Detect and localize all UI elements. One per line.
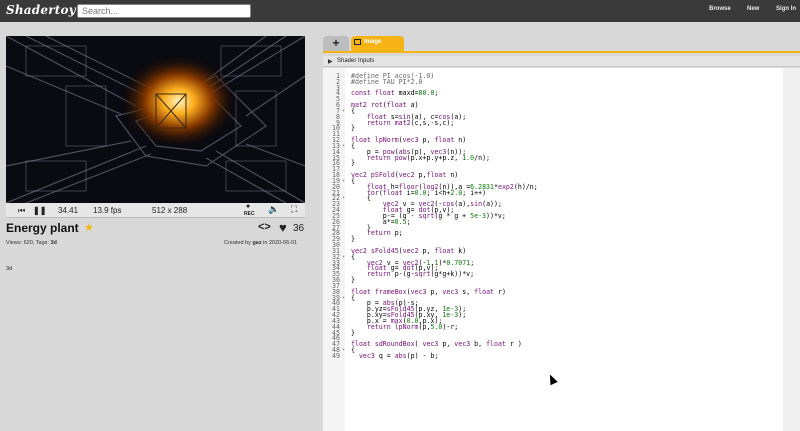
tag-link[interactable]: 3d [50,240,56,246]
top-bar: Shadertoy Browse New Sign In [0,0,800,22]
nav-browse[interactable]: Browse [709,6,731,12]
resolution-display: 512 x 288 [152,206,188,215]
line-number: 49 [332,351,340,360]
code-text: vec3 q = abs(p) - b; [358,351,439,360]
views-tags-text: Views: 620, Tags: [6,240,49,246]
volume-icon[interactable]: 🔈 [268,204,279,215]
record-icon[interactable]: ● [246,203,250,210]
shader-inputs-label: Shader Inputs [337,58,375,64]
author-link[interactable]: gaz [252,240,261,246]
time-display: 34.41 [58,206,79,215]
rec-label: REC [244,211,255,217]
monitor-icon [354,39,361,45]
shader-inputs-bar[interactable]: ▶ Shader Inputs [323,56,800,67]
embed-code-icon[interactable]: <> [258,221,271,233]
shader-canvas[interactable] [6,36,305,203]
favorite-star-icon[interactable]: ★ [84,221,94,234]
code-line[interactable]: 49 vec3 q = abs(p) - b; [323,351,783,360]
views-tags: Views: 620, Tags: 3d [6,240,57,246]
fps-display: 13.9 fps [93,206,122,215]
tab-underline [323,51,800,53]
shader-description: 3d [6,266,13,272]
created-prefix: Created by [224,240,251,246]
add-tab-button[interactable]: + [323,36,349,51]
player-controls: ⏮ ❚❚ 34.41 13.9 fps 512 x 288 ● REC 🔈 ⛶ [6,203,305,218]
nav-sign-in[interactable]: Sign In [776,6,796,12]
tab-image-label: Image [364,39,382,45]
pause-button[interactable]: ❚❚ [33,206,46,215]
created-by: Created by gaz in 2020-06-01 [224,240,297,246]
editor-scrollbar[interactable] [783,68,800,431]
expand-triangle-icon[interactable]: ▶ [328,58,333,65]
shader-render-image [6,36,305,203]
shader-title: Energy plant [6,221,79,235]
nav-new[interactable]: New [747,6,759,12]
like-count: 36 [293,223,305,234]
rewind-button[interactable]: ⏮ [18,206,25,216]
created-date: in 2020-06-01 [263,240,298,246]
like-heart-icon[interactable]: ♥ [279,220,287,235]
search-input[interactable] [77,4,251,18]
shadertoy-logo[interactable]: Shadertoy [6,3,76,17]
tab-image[interactable]: Image [351,36,404,51]
fullscreen-icon[interactable]: ⛶ [291,204,297,215]
